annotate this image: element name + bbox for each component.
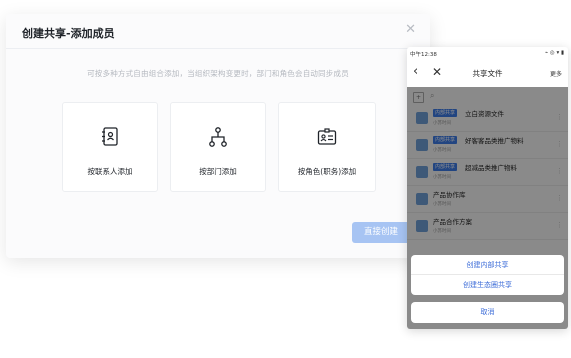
id-card-icon (317, 128, 337, 145)
more-button[interactable]: 更多 (550, 69, 562, 78)
direct-create-button[interactable]: 直接创建 (352, 222, 410, 243)
add-by-department-option[interactable]: 按部门添加 (170, 102, 266, 192)
add-by-role-label: 按角色(职务)添加 (297, 167, 357, 176)
add-by-role-option[interactable]: 按角色(职务)添加 (278, 102, 376, 192)
status-time: 中午12:38 (410, 52, 437, 58)
nav-bar: ‹ ✕ 共享文件 更多 (407, 61, 568, 87)
phone-frame: 中午12:38 ⌁ ◎ ▾ ▮ ‹ ✕ 共享文件 更多 + ⌕ 内部共享 立白资… (407, 47, 568, 329)
add-by-contact-option[interactable]: 按联系人添加 (62, 102, 158, 192)
add-members-dialog: 创建共享-添加成员 ✕ 可按多种方式自由组合添加，当组织架构变更时，部门和角色会… (6, 14, 430, 258)
add-by-contact-label: 按联系人添加 (87, 167, 133, 176)
page-title: 共享文件 (472, 69, 503, 78)
title-divider (6, 48, 430, 49)
create-internal-share-button[interactable]: 创建内部共享 (411, 255, 564, 275)
status-icons: ⌁ ◎ ▾ ▮ (544, 50, 564, 56)
screen: 创建共享-添加成员 ✕ 可按多种方式自由组合添加，当组织架构变更时，部门和角色会… (0, 0, 571, 358)
cancel-button[interactable]: 取消 (411, 302, 564, 323)
create-ecosystem-share-button[interactable]: 创建生态圈共享 (411, 275, 564, 295)
dialog-title: 创建共享-添加成员 (22, 27, 115, 40)
status-bar: 中午12:38 ⌁ ◎ ▾ ▮ (407, 47, 568, 61)
contact-book-icon (102, 127, 118, 146)
close-icon[interactable]: ✕ (405, 23, 416, 36)
add-by-department-label: 按部门添加 (199, 167, 237, 176)
dialog-hint: 可按多种方式自由组合添加，当组织架构变更时，部门和角色会自动同步成员 (87, 69, 349, 78)
org-tree-icon (209, 127, 227, 147)
